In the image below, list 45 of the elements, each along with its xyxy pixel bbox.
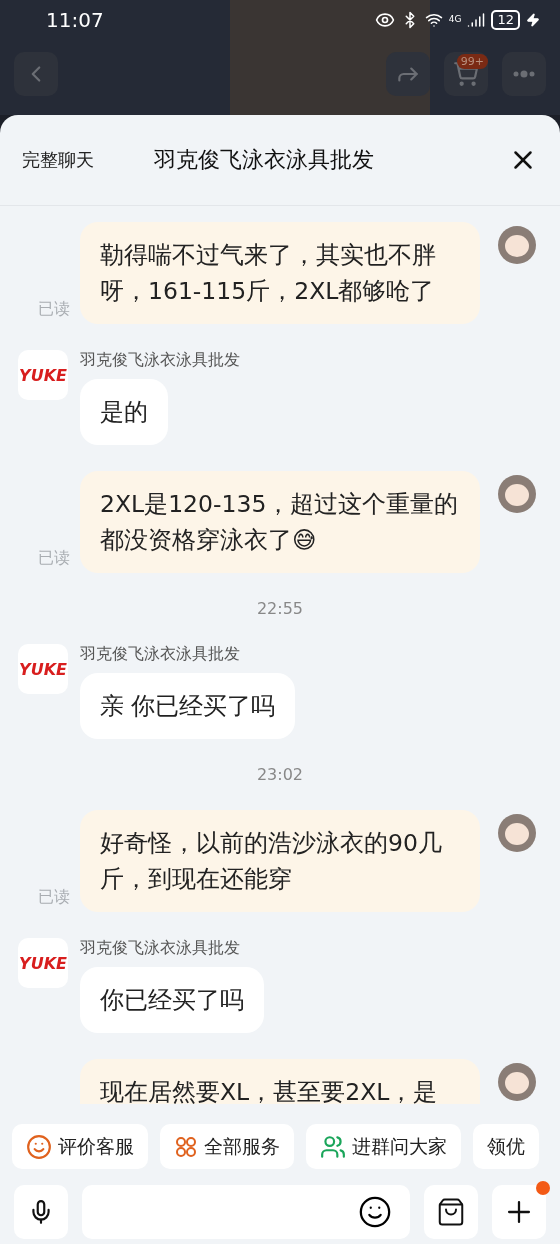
shop-logo: YUKE bbox=[18, 938, 68, 988]
quick-action-chip[interactable]: 评价客服 bbox=[12, 1124, 148, 1169]
shop-logo: YUKE bbox=[18, 350, 68, 400]
more-button[interactable] bbox=[502, 52, 546, 96]
quick-action-chip[interactable]: 进群问大家 bbox=[306, 1124, 461, 1169]
sender-name: 羽克俊飞泳衣泳具批发 bbox=[80, 644, 241, 665]
avatar-icon bbox=[498, 226, 536, 264]
message-bubble: 你已经买了吗 bbox=[80, 967, 264, 1033]
message-bubble: 是的 bbox=[80, 379, 168, 445]
message-bubble: 2XL是120-135，超过这个重量的都没资格穿泳衣了😅 bbox=[80, 471, 480, 573]
emoji-icon[interactable] bbox=[358, 1195, 392, 1229]
eye-icon bbox=[374, 10, 395, 30]
timestamp: 23:02 bbox=[255, 765, 305, 784]
status-time: 11:07 bbox=[46, 8, 104, 32]
message-input[interactable] bbox=[82, 1185, 410, 1239]
timestamp: 22:55 bbox=[255, 599, 305, 618]
avatar-icon bbox=[498, 1063, 536, 1101]
message-bubble: 亲 你已经买了吗 bbox=[80, 673, 296, 739]
signal-icon bbox=[467, 11, 486, 29]
shopping-bag-button[interactable] bbox=[424, 1185, 478, 1239]
read-status: 已读 bbox=[37, 548, 71, 569]
read-status: 已读 bbox=[37, 887, 71, 908]
more-icon bbox=[512, 70, 536, 78]
quick-action-chip[interactable]: 全部服务 bbox=[160, 1124, 294, 1169]
message-bubble: 现在居然要XL，甚至要2XL，是 bbox=[80, 1059, 480, 1104]
share-button[interactable] bbox=[386, 52, 430, 96]
avatar-icon bbox=[498, 814, 536, 852]
sender-name: 羽克俊飞泳衣泳具批发 bbox=[80, 350, 240, 371]
shop-logo: YUKE bbox=[18, 644, 68, 694]
shopping-bag-icon bbox=[436, 1197, 466, 1227]
sender-name: 羽克俊飞泳衣泳具批发 bbox=[80, 938, 241, 959]
voice-button[interactable] bbox=[14, 1185, 68, 1239]
message-bubble: 好奇怪，以前的浩沙泳衣的90几斤，到现在还能穿 bbox=[80, 810, 480, 912]
read-status: 已读 bbox=[37, 299, 71, 320]
full-chat-link[interactable]: 完整聊天 bbox=[22, 148, 154, 172]
network-type: 4G bbox=[448, 14, 462, 24]
cart-badge: 99+ bbox=[456, 54, 488, 69]
battery-level: 12 bbox=[491, 10, 520, 30]
four-circles-icon bbox=[174, 1134, 198, 1159]
chat-title: 羽克俊飞泳衣泳具批发 bbox=[154, 146, 374, 174]
charging-icon bbox=[526, 13, 540, 27]
message-bubble: 勒得喘不过气来了，其实也不胖呀，161-115斤，2XL都够呛了 bbox=[80, 222, 480, 324]
quick-action-chip[interactable]: 领优 bbox=[473, 1124, 539, 1169]
avatar-icon bbox=[498, 475, 536, 513]
wifi-icon bbox=[424, 11, 443, 29]
